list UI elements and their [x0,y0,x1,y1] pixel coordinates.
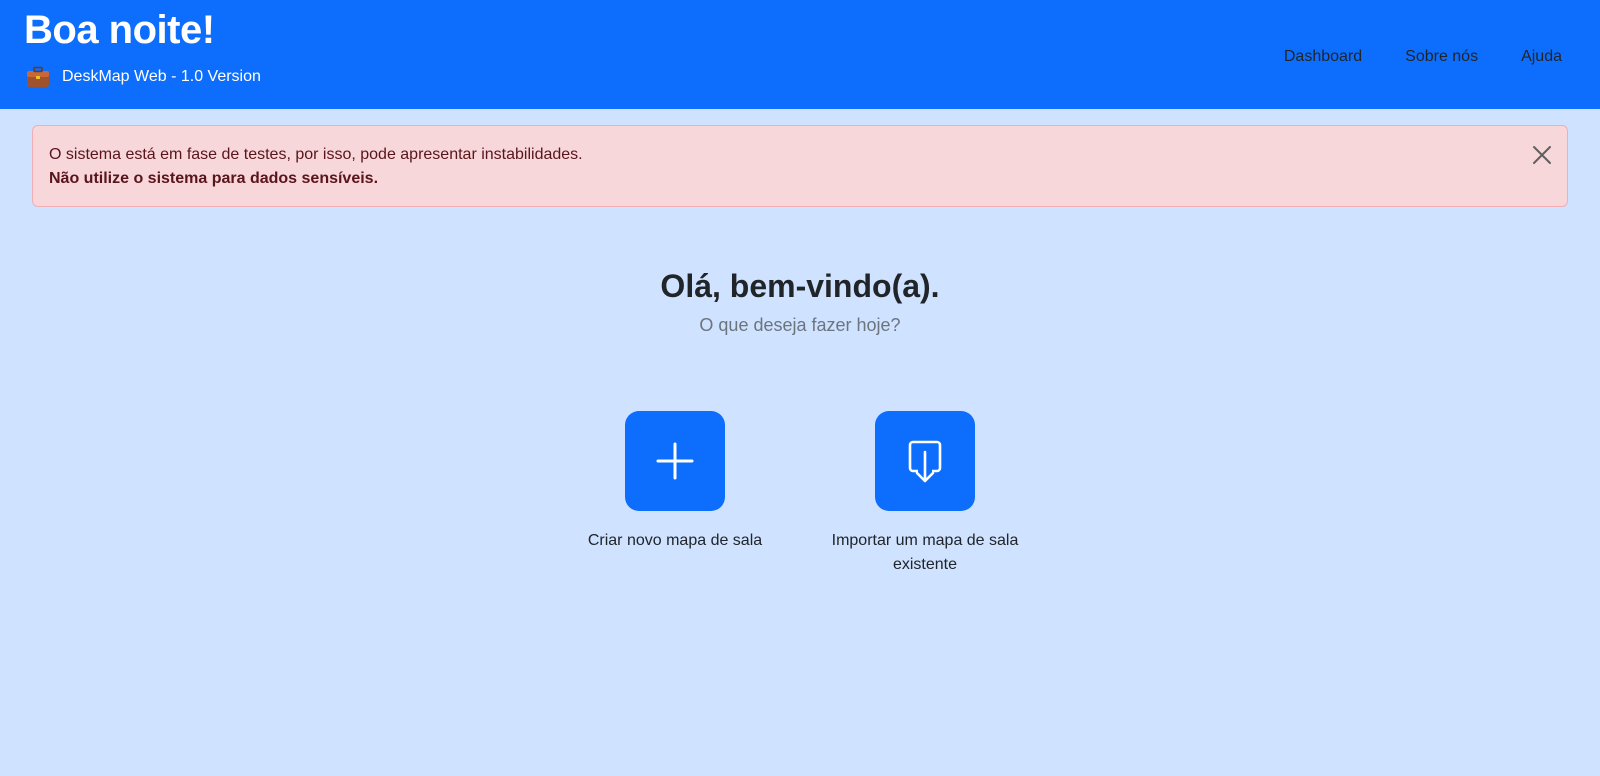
app-name: DeskMap Web - 1.0 Version [62,68,261,85]
import-map-label: Importar um mapa de sala existente [831,532,1019,573]
welcome-subtitle: O que deseja fazer hoje? [699,315,901,335]
alert-message: O sistema está em fase de testes, por is… [49,146,583,163]
main-nav: Dashboard Sobre nós Ajuda [1284,48,1562,66]
top-navbar: Boa noite! DeskMap Web - 1.0 Version Das… [0,0,1600,109]
welcome-section: Olá, bem-vindo(a). O que deseja fazer ho… [0,268,1600,336]
nav-link-dashboard[interactable]: Dashboard [1284,48,1362,66]
nav-link-ajuda[interactable]: Ajuda [1521,48,1562,66]
alert-warning-bold: Não utilize o sistema para dados sensíve… [49,170,379,187]
actions-section: Criar novo mapa de sala Importar um mapa… [0,411,1600,577]
greeting-title: Boa noite! [24,8,215,52]
import-icon [908,440,942,483]
app-brand[interactable]: DeskMap Web - 1.0 Version [26,66,261,88]
plus-icon [656,442,694,480]
nav-link-sobre-nos[interactable]: Sobre nós [1405,48,1478,66]
create-map-label: Criar novo mapa de sala [587,532,763,549]
warning-alert: O sistema está em fase de testes, por is… [32,125,1568,207]
import-map-action[interactable]: Importar um mapa de sala existente [825,411,1025,577]
welcome-title: Olá, bem-vindo(a). [660,268,940,304]
alert-close-button[interactable] [1531,144,1553,166]
create-map-button[interactable] [625,411,725,511]
import-map-button[interactable] [875,411,975,511]
create-map-action[interactable]: Criar novo mapa de sala [575,411,775,577]
close-icon [1533,146,1551,164]
briefcase-icon [27,66,49,87]
